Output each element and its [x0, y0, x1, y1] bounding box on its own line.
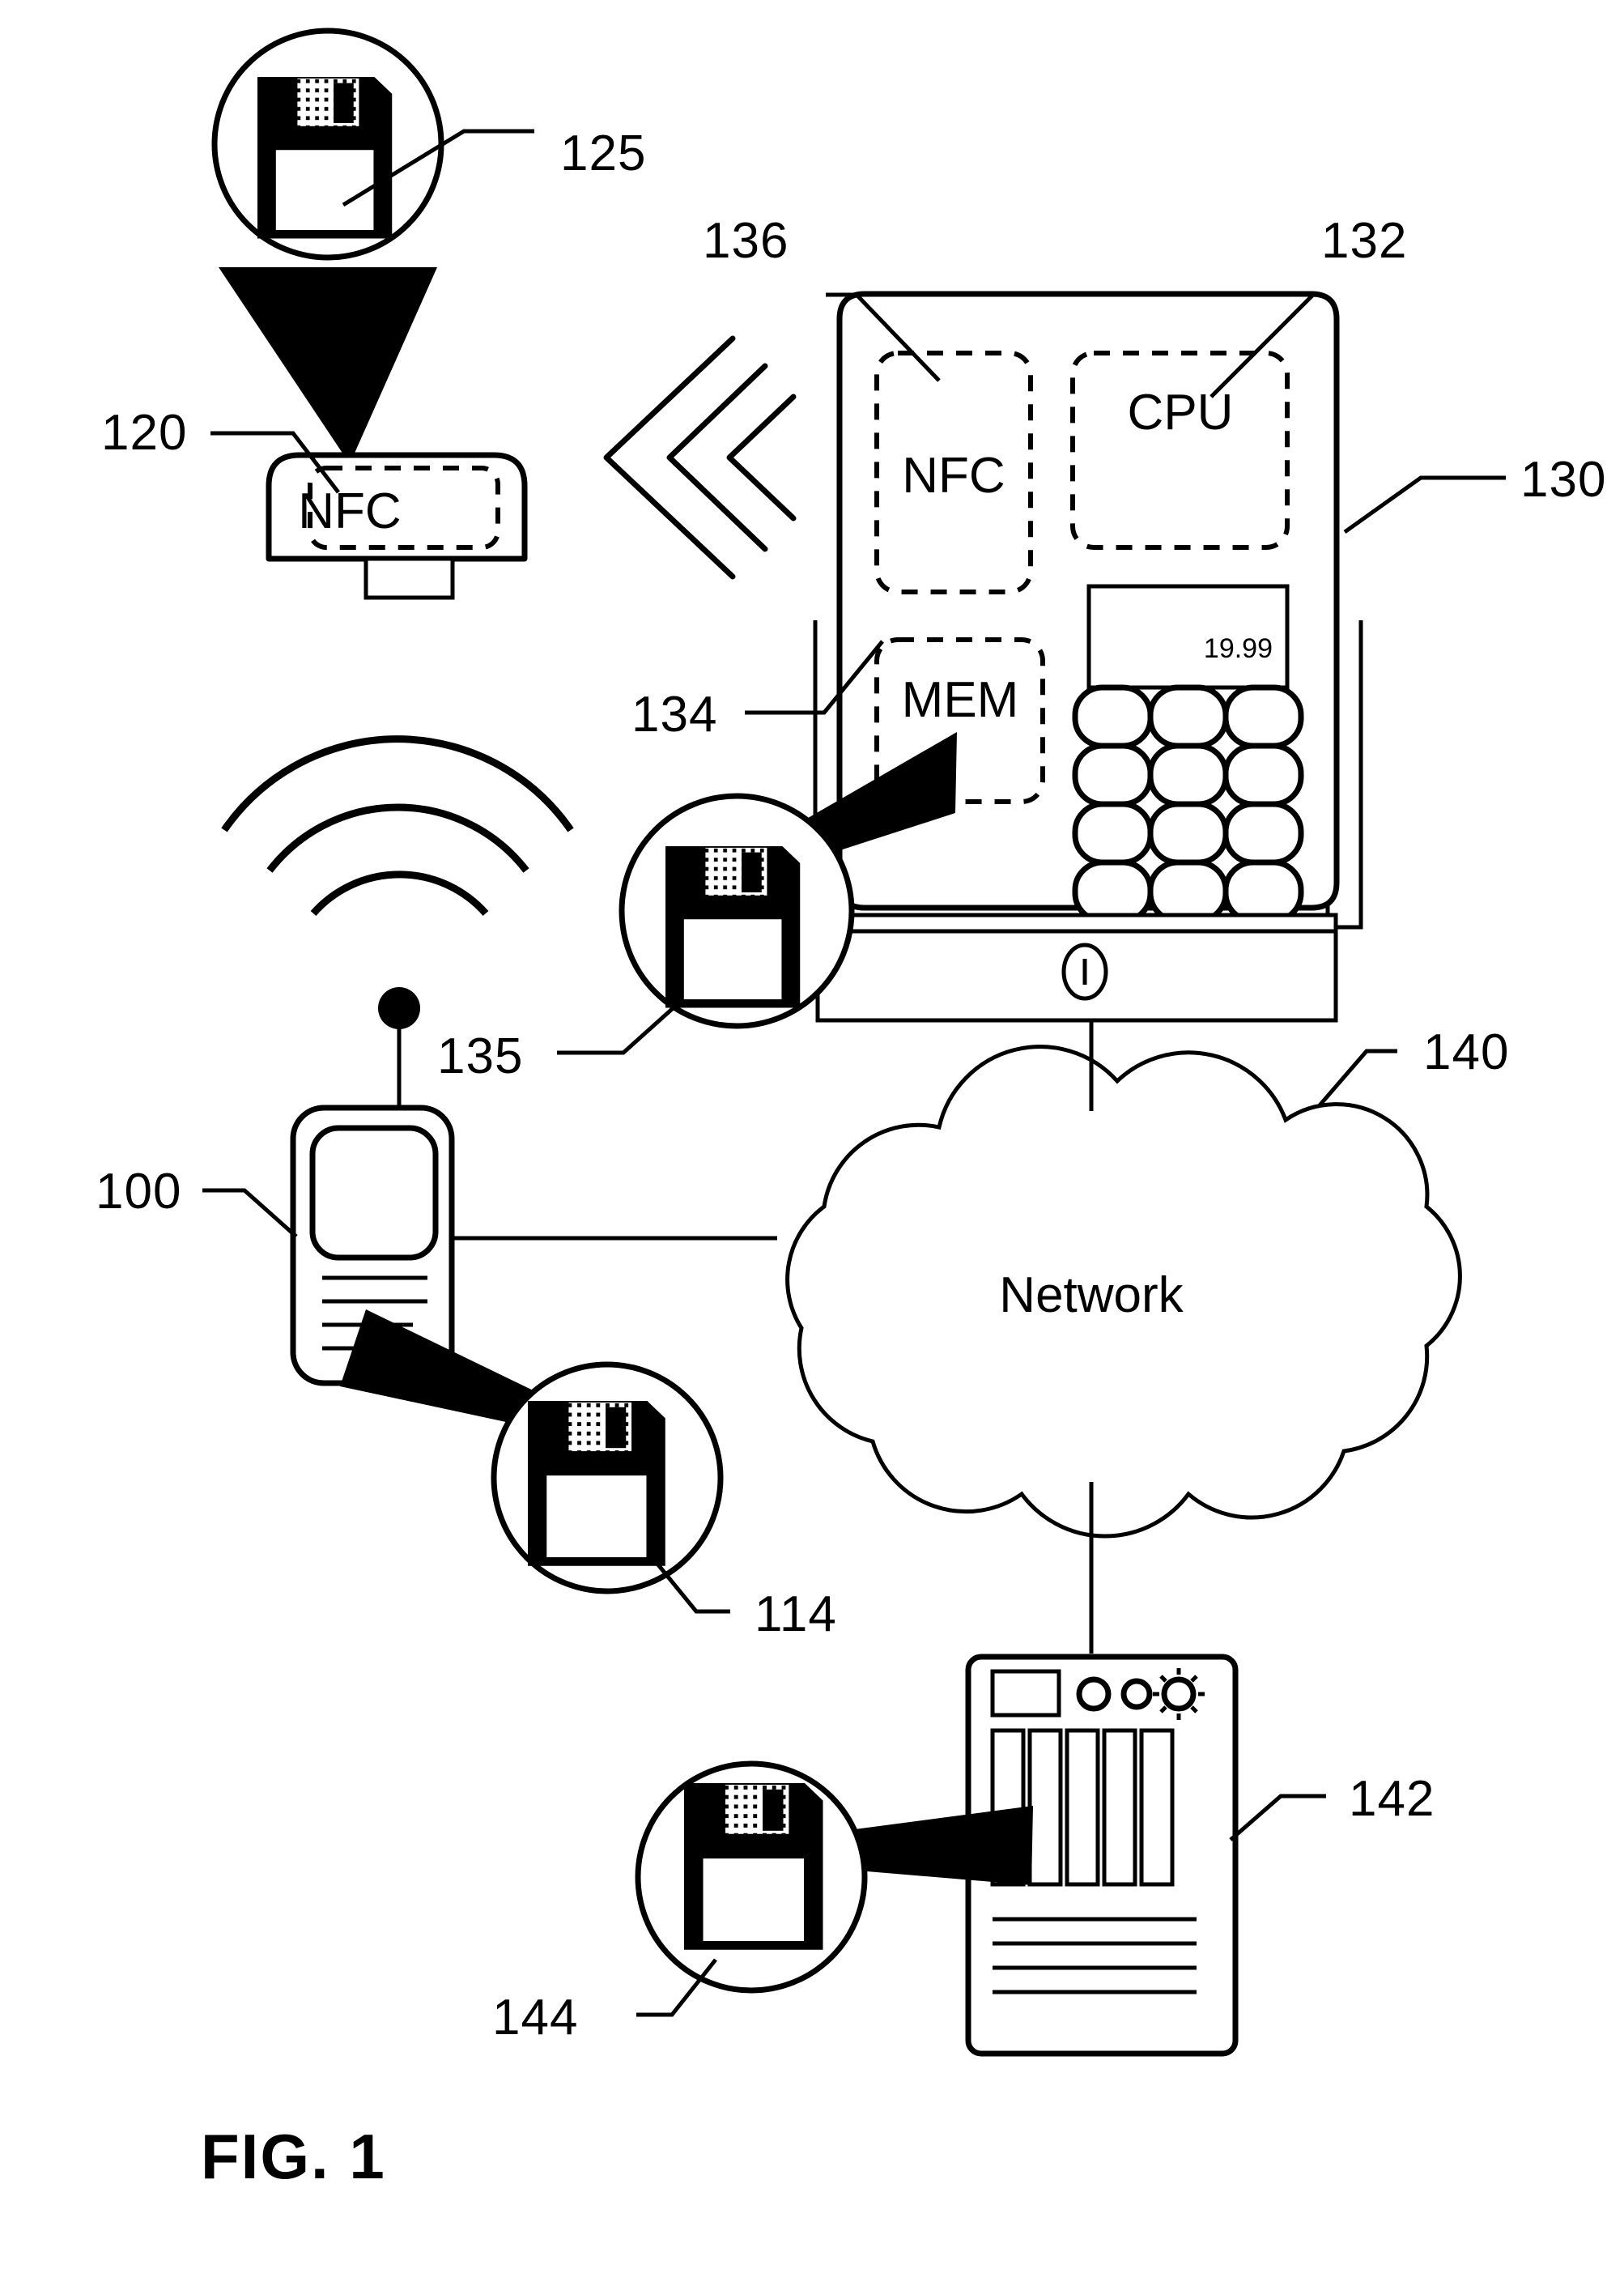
pos-key[interactable]: [1072, 859, 1154, 924]
server-drive-bay: [1027, 1728, 1063, 1887]
ref-142: 142: [1349, 1771, 1435, 1827]
ref-132: 132: [1321, 213, 1407, 269]
pos-key[interactable]: [1147, 684, 1229, 749]
ref-120: 120: [101, 405, 187, 461]
pos-key[interactable]: [1222, 684, 1304, 749]
patent-figure-1: 125 NFC 120 NFC CPU MEM 19.99 136 132 13…: [0, 0, 1624, 2286]
floppy-disk-icon-135: [665, 846, 801, 1008]
pos-display-value: 19.99: [1204, 633, 1273, 664]
network-cloud: [785, 1022, 1462, 1654]
power-button-icon[interactable]: [1061, 943, 1108, 1001]
ref-140: 140: [1423, 1024, 1509, 1080]
server-drive-bay: [1102, 1728, 1137, 1887]
pos-key[interactable]: [1222, 801, 1304, 866]
server-drive-bay: [1065, 1728, 1100, 1887]
pos-key[interactable]: [1072, 743, 1154, 807]
figure-caption: FIG. 1: [201, 2121, 386, 2192]
callout-135-leader: [557, 1002, 680, 1055]
pos-terminal: [745, 291, 1506, 1023]
pos-keypad: [1072, 684, 1304, 924]
pos-key[interactable]: [1072, 801, 1154, 866]
callout-114-group: [340, 1309, 730, 1614]
ref-130-leader: [1343, 475, 1506, 534]
ref-135: 135: [437, 1028, 523, 1084]
server-drive-bay: [1139, 1728, 1175, 1887]
ref-125: 125: [560, 126, 646, 181]
ref-130: 130: [1520, 452, 1606, 508]
pos-key[interactable]: [1072, 684, 1154, 749]
mobile-screen: [309, 1125, 439, 1261]
pos-key[interactable]: [1147, 743, 1229, 807]
nfc-reader-stand: [363, 556, 455, 600]
radio-wave-icon: [221, 735, 574, 916]
network-label: Network: [999, 1267, 1184, 1323]
ref-100: 100: [96, 1164, 181, 1220]
ref-142-leader: [1229, 1794, 1326, 1841]
pos-cpu-label: CPU: [1128, 385, 1234, 441]
floppy-disk-icon-114: [528, 1401, 665, 1566]
ref-134: 134: [631, 687, 717, 743]
ref-114: 114: [755, 1586, 837, 1642]
pos-cpu-module: [1070, 351, 1290, 550]
figure-canvas: 125 NFC 120 NFC CPU MEM 19.99 136 132 13…: [96, 28, 1606, 2192]
nfc-reader-label: NFC: [298, 483, 401, 539]
ref-136: 136: [703, 213, 789, 269]
floppy-disk-icon-144: [684, 1783, 823, 1950]
ref-100-leader: [202, 1188, 298, 1238]
pos-key[interactable]: [1147, 859, 1229, 924]
pos-mem-label: MEM: [902, 672, 1019, 728]
ref-140-leader: [1318, 1049, 1397, 1107]
pos-key[interactable]: [1222, 743, 1304, 807]
pos-nfc-label: NFC: [902, 448, 1005, 504]
ref-144: 144: [492, 1990, 578, 2045]
server-display: [990, 1669, 1061, 1718]
callout-125-group: [211, 28, 534, 464]
pos-key[interactable]: [1222, 859, 1304, 924]
pos-key[interactable]: [1147, 801, 1229, 866]
antenna-icon: [378, 987, 420, 1109]
floppy-disk-icon-125: [257, 77, 393, 239]
pos-base: [815, 913, 1338, 934]
chevron-left-icon: [603, 335, 797, 580]
